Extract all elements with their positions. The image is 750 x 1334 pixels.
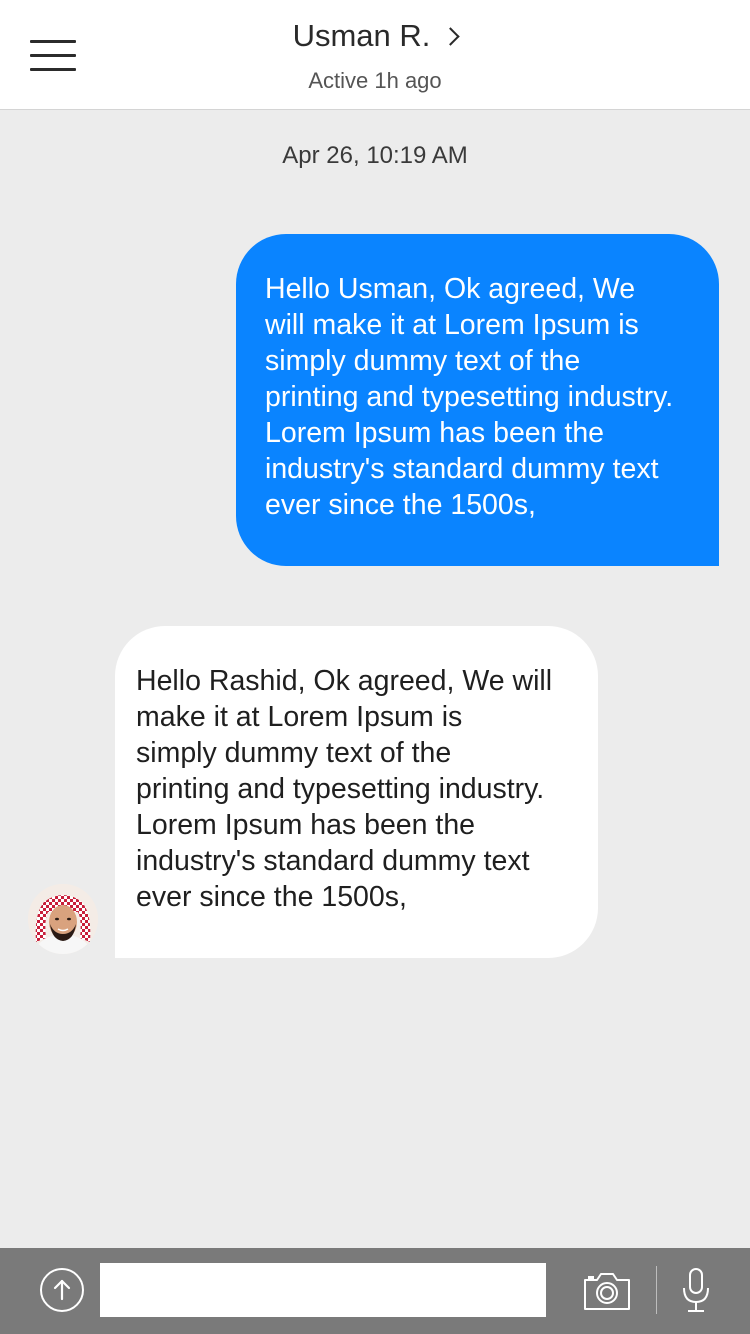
incoming-message-bubble[interactable]: Hello Rashid, Ok agreed, We will make it… xyxy=(115,626,598,958)
message-line: ever since the 1500s, xyxy=(265,489,536,521)
arrow-up-icon xyxy=(53,1279,71,1301)
message-line: industry's standard dummy text xyxy=(265,453,659,485)
message-line: make it at Lorem Ipsum is xyxy=(136,701,463,733)
composer-bar xyxy=(0,1248,750,1334)
message-line: ever since the 1500s, xyxy=(136,881,407,913)
camera-icon[interactable] xyxy=(582,1270,632,1312)
chat-screen: Usman R. Active 1h ago Apr 26, 10:19 AM … xyxy=(0,0,750,1334)
message-line: printing and typesetting industry. xyxy=(136,773,545,805)
message-line: will make it at Lorem Ipsum is xyxy=(265,309,639,341)
avatar-portrait-icon xyxy=(28,884,98,954)
mic-glyph xyxy=(683,1268,709,1312)
chevron-right-icon xyxy=(441,26,461,46)
composer-divider xyxy=(656,1266,657,1314)
message-line: printing and typesetting industry. xyxy=(265,381,674,413)
message-line: Hello Rashid, Ok agreed, We will xyxy=(136,665,553,697)
message-line: Lorem Ipsum has been the xyxy=(136,809,476,841)
contact-name-button[interactable]: Usman R. xyxy=(292,18,461,54)
active-status: Active 1h ago xyxy=(308,68,442,93)
message-input[interactable] xyxy=(100,1263,546,1317)
contact-name: Usman R. xyxy=(292,18,431,53)
message-line: simply dummy text of the xyxy=(136,737,452,769)
outgoing-message-bubble[interactable]: Hello Usman, Ok agreed, We will make it … xyxy=(236,234,719,566)
title-block: Usman R. Active 1h ago xyxy=(0,18,750,94)
message-line: Lorem Ipsum has been the xyxy=(265,417,605,449)
message-line: Hello Usman, Ok agreed, We xyxy=(265,273,636,305)
upload-arrow-icon[interactable] xyxy=(40,1268,84,1312)
message-line: simply dummy text of the xyxy=(265,345,581,377)
sender-avatar[interactable] xyxy=(28,884,98,954)
chat-header: Usman R. Active 1h ago xyxy=(0,0,750,110)
message-line: industry's standard dummy text xyxy=(136,845,530,877)
camera-glyph xyxy=(584,1273,630,1310)
message-timestamp: Apr 26, 10:19 AM xyxy=(282,142,468,169)
microphone-icon[interactable] xyxy=(680,1266,712,1316)
